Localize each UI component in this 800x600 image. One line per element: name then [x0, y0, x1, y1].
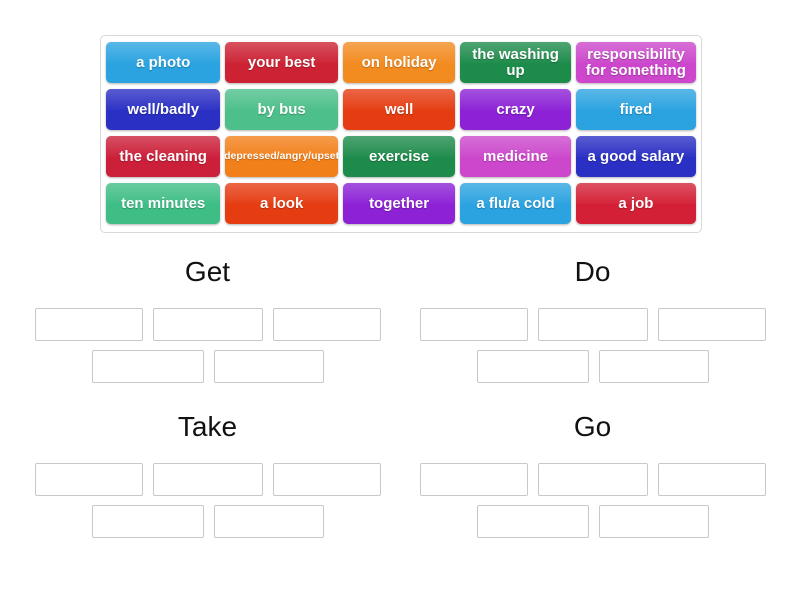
word-bank-row: the cleaning depressed/angry/upset exerc…	[106, 136, 696, 177]
word-tile-label: exercise	[369, 147, 430, 165]
word-tile[interactable]: a look	[225, 183, 338, 224]
word-tile[interactable]: well/badly	[106, 89, 221, 130]
drop-slot[interactable]	[213, 350, 324, 383]
word-tile[interactable]: responsibility for something	[575, 42, 696, 83]
word-tile-label: fired	[619, 100, 653, 118]
drop-slot[interactable]	[657, 308, 766, 341]
drop-slot[interactable]	[152, 463, 263, 496]
word-tile-label: on holiday	[361, 53, 437, 71]
drop-slot-row	[400, 350, 785, 383]
word-tile[interactable]: on holiday	[342, 42, 456, 83]
word-tile[interactable]: the cleaning	[106, 136, 221, 177]
word-tile[interactable]: a flu/a cold	[460, 183, 571, 224]
drop-slot[interactable]	[34, 308, 143, 341]
drop-slot[interactable]	[213, 505, 324, 538]
word-tile[interactable]: the washing up	[460, 42, 571, 83]
drop-slot[interactable]	[537, 308, 648, 341]
word-tile[interactable]: medicine	[460, 136, 571, 177]
drop-slot[interactable]	[476, 350, 589, 383]
word-tile[interactable]: a job	[575, 183, 696, 224]
drop-slot[interactable]	[152, 308, 263, 341]
drop-slot[interactable]	[272, 463, 381, 496]
drop-slot[interactable]	[598, 350, 709, 383]
drop-slot-row	[15, 463, 400, 496]
word-tile[interactable]: your best	[225, 42, 338, 83]
category-group-go: Go	[400, 413, 785, 538]
category-group-do: Do	[400, 258, 785, 383]
word-tile[interactable]: a good salary	[575, 136, 696, 177]
word-tile[interactable]: crazy	[460, 89, 571, 130]
word-tile[interactable]: fired	[575, 89, 696, 130]
drop-slot[interactable]	[91, 350, 204, 383]
word-tile-label: responsibility for something	[585, 45, 686, 79]
category-title-take: Take	[177, 411, 238, 442]
drop-slot-row	[15, 350, 400, 383]
word-tile-label: the washing up	[472, 45, 559, 79]
drop-slot[interactable]	[419, 308, 528, 341]
drop-slot-row	[400, 308, 785, 341]
word-tile-label: together	[369, 194, 430, 212]
category-title-get: Get	[184, 256, 231, 287]
drop-slot[interactable]	[34, 463, 143, 496]
word-tile[interactable]: by bus	[225, 89, 338, 130]
drop-slot-row	[400, 463, 785, 496]
drop-slot-row	[15, 308, 400, 341]
drop-slot[interactable]	[598, 505, 709, 538]
word-tile-label: a good salary	[587, 147, 685, 165]
word-tile-label: crazy	[496, 100, 535, 118]
word-tile[interactable]: together	[342, 183, 456, 224]
word-bank-row: a photo your best on holiday the washing…	[106, 42, 696, 83]
word-tile-label: your best	[247, 53, 316, 71]
word-tile-label: a look	[259, 194, 304, 212]
drop-slot[interactable]	[657, 463, 766, 496]
word-bank-row: ten minutes a look together a flu/a cold…	[106, 183, 696, 224]
word-tile[interactable]: ten minutes	[106, 183, 221, 224]
word-tile-label: by bus	[257, 100, 306, 118]
drop-slot-row	[400, 505, 785, 538]
category-group-get: Get	[15, 258, 400, 383]
word-tile[interactable]: depressed/angry/upset	[225, 136, 338, 177]
word-tile[interactable]: exercise	[342, 136, 456, 177]
word-tile[interactable]: a photo	[106, 42, 221, 83]
word-tile[interactable]: well	[342, 89, 456, 130]
category-group-take: Take	[15, 413, 400, 538]
word-tile-label: depressed/angry/upset	[225, 149, 338, 162]
category-title-go: Go	[573, 411, 612, 442]
word-tile-label: well	[384, 100, 414, 118]
drop-slot[interactable]	[419, 463, 528, 496]
category-title-do: Do	[574, 256, 611, 287]
drop-slot-row	[15, 505, 400, 538]
word-tile-label: medicine	[483, 147, 549, 165]
word-tile-label: the cleaning	[119, 147, 207, 165]
word-bank-row: well/badly by bus well crazy fired	[106, 89, 696, 130]
drop-slot[interactable]	[537, 463, 648, 496]
drop-slot[interactable]	[476, 505, 589, 538]
word-tile-label: well/badly	[127, 100, 200, 118]
drop-slot[interactable]	[272, 308, 381, 341]
drop-slot[interactable]	[91, 505, 204, 538]
word-tile-label: a flu/a cold	[476, 194, 555, 212]
word-tile-label: a photo	[136, 53, 191, 71]
word-bank-panel: a photo your best on holiday the washing…	[100, 35, 702, 233]
word-tile-label: a job	[618, 194, 654, 212]
word-tile-label: ten minutes	[121, 194, 206, 212]
